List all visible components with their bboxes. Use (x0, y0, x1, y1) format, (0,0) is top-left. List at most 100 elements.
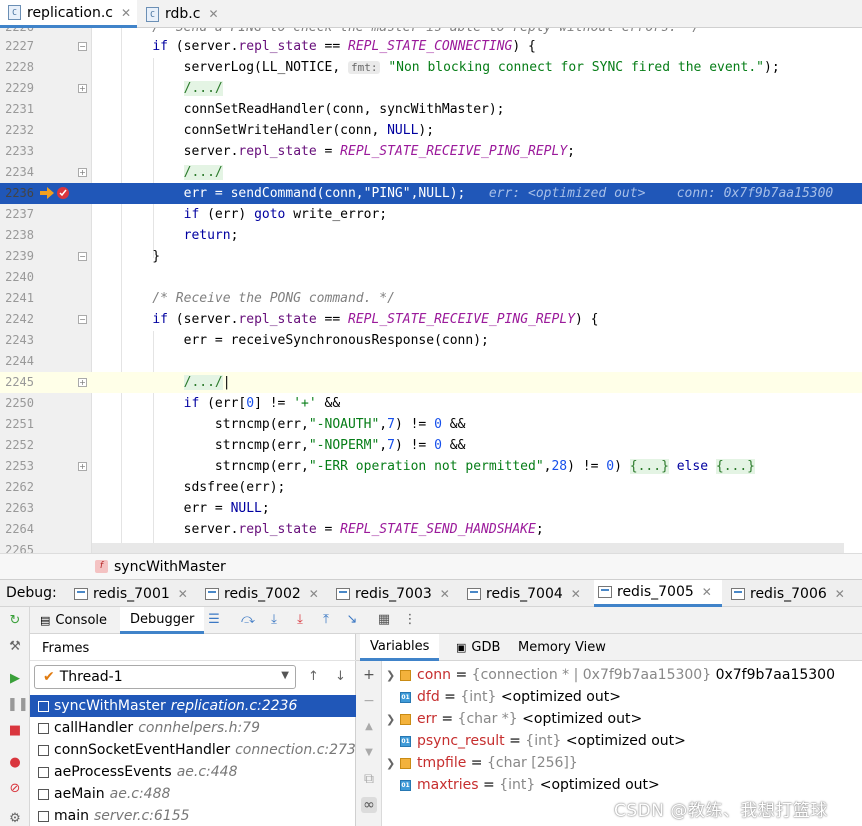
session-tab-redis-7002[interactable]: redis_7002 ✕ (201, 580, 329, 607)
show-execution-point-icon[interactable]: ☰ (206, 612, 222, 628)
close-icon[interactable]: ✕ (440, 587, 450, 601)
code-line: 2240 (5, 270, 34, 284)
variable-row[interactable]: ❯ err = {char *} <optimized out> (386, 708, 642, 730)
view-breakpoints-icon[interactable]: ● (7, 755, 23, 771)
close-icon[interactable]: ✕ (702, 585, 712, 599)
frame-row[interactable]: callHandler connhelpers.h:79 (30, 717, 356, 739)
fold-icon[interactable]: + (78, 84, 87, 93)
tab-rdb-c[interactable]: C rdb.c ✕ (138, 0, 228, 28)
frame-row[interactable]: aeProcessEvents ae.c:448 (30, 761, 356, 783)
session-label: redis_7005 (617, 584, 694, 600)
screen-icon (467, 587, 481, 600)
close-icon[interactable]: ✕ (121, 6, 131, 20)
variable-type: {int} (460, 689, 497, 705)
session-tab-redis-7006[interactable]: redis_7006 ✕ (727, 580, 862, 607)
move-up-icon[interactable]: ▲ (361, 719, 377, 735)
variable-value: <optimized out> (500, 689, 621, 705)
layout-icon[interactable]: ⋮ (402, 612, 418, 628)
rerun-icon[interactable]: ↻ (7, 613, 23, 629)
frame-location: replication.c:2236 (170, 698, 298, 714)
variable-value: <optimized out> (539, 777, 660, 793)
settings-icon[interactable]: ⚙ (7, 811, 23, 826)
close-icon[interactable]: ✕ (309, 587, 319, 601)
breadcrumb[interactable]: f syncWithMaster (0, 553, 862, 579)
frame-function: main (54, 808, 89, 824)
tab-variables[interactable]: Variables (360, 634, 440, 661)
frame-row[interactable]: connSocketEventHandler connection.c:273 (30, 739, 356, 761)
fold-icon[interactable]: − (78, 315, 87, 324)
session-label: redis_7002 (224, 585, 301, 602)
frame-function: aeMain (54, 786, 105, 802)
session-tab-redis-7001[interactable]: redis_7001 ✕ (70, 580, 198, 607)
fold-icon[interactable]: + (78, 378, 87, 387)
variable-value: <optimized out> (565, 733, 686, 749)
session-tab-redis-7004[interactable]: redis_7004 ✕ (463, 580, 591, 607)
fold-icon[interactable]: + (78, 462, 87, 471)
fold-icon[interactable]: − (78, 252, 87, 261)
screen-icon (74, 587, 88, 600)
tab-memory-view[interactable]: Memory View (512, 634, 612, 661)
fold-icon[interactable]: + (78, 168, 87, 177)
mute-breakpoints-icon[interactable]: ⊘ (7, 781, 23, 797)
frame-row[interactable]: syncWithMaster replication.c:2236 (30, 695, 356, 717)
editor-tab-bar: C replication.c ✕ C rdb.c ✕ (0, 0, 862, 28)
code-line: 2251 strncmp(err,"-NOAUTH",7) != 0 && (5, 417, 466, 432)
variable-row[interactable]: ❯ tmpfile = {char [256]} (386, 752, 582, 774)
tab-gdb[interactable]: ▣ GDB (450, 634, 506, 661)
pause-icon[interactable]: ❚❚ (7, 697, 29, 713)
variables-label: Variables (370, 638, 430, 654)
folded-region[interactable]: /.../ (183, 375, 223, 390)
expand-arrow-icon[interactable]: ❯ (386, 669, 400, 682)
step-out-icon[interactable]: ⤒ (318, 612, 334, 628)
thread-select[interactable]: ✔ Thread-1 ▼ (34, 665, 296, 689)
function-icon: f (95, 560, 108, 573)
fold-icon[interactable]: − (78, 42, 87, 51)
variable-row[interactable]: 01 psync_result = {int} <optimized out> (386, 730, 686, 752)
tab-console[interactable]: ▤ Console (36, 607, 111, 634)
expand-arrow-icon[interactable]: ❯ (386, 713, 400, 726)
add-watch-icon[interactable]: + (361, 667, 377, 683)
run-to-cursor-icon[interactable]: ↘ (344, 612, 360, 628)
code-line: 2238 return; (5, 228, 239, 243)
move-down-icon[interactable]: ▼ (361, 745, 377, 761)
force-step-into-icon[interactable]: ⤓ (292, 612, 308, 628)
session-label: redis_7003 (355, 585, 432, 602)
variable-type: {int} (499, 777, 536, 793)
frame-icon (38, 766, 49, 778)
copy-icon[interactable]: ⧉ (361, 771, 377, 787)
close-icon[interactable]: ✕ (178, 587, 188, 601)
remove-watch-icon[interactable]: − (361, 693, 377, 709)
close-icon[interactable]: ✕ (835, 587, 845, 601)
glasses-icon[interactable]: ∞ (361, 797, 377, 813)
step-into-icon[interactable]: ⤓ (266, 612, 282, 628)
arrow-down-icon[interactable]: ↓ (335, 669, 346, 684)
folded-region[interactable]: /.../ (183, 165, 223, 180)
variable-row[interactable]: 01 dfd = {int} <optimized out> (386, 686, 621, 708)
code-line: 2243 err = receiveSynchronousResponse(co… (5, 333, 489, 348)
variable-row[interactable]: 01 maxtries = {int} <optimized out> (386, 774, 660, 796)
resume-icon[interactable]: ▶ (7, 671, 23, 687)
breakpoint-icon[interactable] (56, 186, 70, 200)
code-editor[interactable]: 2226 /* Send a PING to check the master … (0, 28, 862, 553)
stop-icon[interactable]: ■ (7, 723, 23, 739)
session-tab-redis-7005[interactable]: redis_7005 ✕ (594, 580, 722, 607)
frame-row[interactable]: aeMain ae.c:488 (30, 783, 356, 805)
step-over-icon[interactable]: ⤼ (240, 612, 256, 628)
close-icon[interactable]: ✕ (208, 7, 218, 21)
wrench-icon[interactable]: ⚒ (7, 639, 23, 655)
tab-replication-c[interactable]: C replication.c ✕ (0, 0, 137, 28)
session-tab-redis-7003[interactable]: redis_7003 ✕ (332, 580, 460, 607)
param-hint: fmt: (347, 61, 381, 74)
frame-row[interactable]: main server.c:6155 (30, 805, 356, 826)
variable-type: {int} (525, 733, 562, 749)
tab-debugger[interactable]: Debugger (120, 607, 205, 634)
variable-row[interactable]: ❯ conn = {connection * | 0x7f9b7aa15300} … (386, 664, 835, 686)
arrow-up-icon[interactable]: ↑ (308, 669, 319, 684)
screen-icon (336, 587, 350, 600)
horizontal-scrollbar[interactable] (92, 543, 844, 553)
expand-arrow-icon[interactable]: ❯ (386, 757, 400, 770)
evaluate-expression-icon[interactable]: ▦ (376, 612, 392, 628)
folded-region[interactable]: /.../ (183, 81, 223, 96)
close-icon[interactable]: ✕ (571, 587, 581, 601)
breadcrumb-label[interactable]: syncWithMaster (114, 559, 226, 575)
